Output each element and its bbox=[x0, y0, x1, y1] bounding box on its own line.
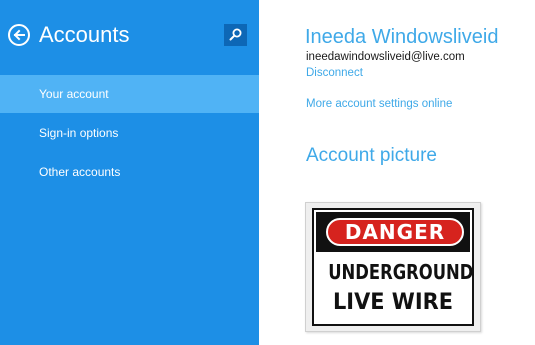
sidebar-item-label: Your account bbox=[39, 87, 109, 101]
search-button[interactable] bbox=[224, 24, 247, 46]
danger-sign-image: DANGER UNDERGROUND LIVE WIRE bbox=[312, 208, 474, 326]
sign-line-1: UNDERGROUND bbox=[328, 260, 474, 284]
back-arrow-icon bbox=[13, 29, 25, 41]
sidebar-item-sign-in-options[interactable]: Sign-in options bbox=[0, 114, 259, 152]
sign-line-2: LIVE WIRE bbox=[332, 290, 454, 315]
account-picture-heading: Account picture bbox=[306, 145, 437, 166]
sidebar-item-your-account[interactable]: Your account bbox=[0, 75, 259, 113]
sidebar: Accounts Your account Sign-in options Ot… bbox=[0, 0, 259, 345]
page-title: Accounts bbox=[39, 22, 130, 47]
user-email: ineedawindowsliveid@live.com bbox=[306, 51, 465, 63]
search-icon bbox=[229, 28, 242, 41]
more-account-settings-link[interactable]: More account settings online bbox=[306, 97, 452, 111]
sidebar-item-other-accounts[interactable]: Other accounts bbox=[0, 153, 259, 191]
account-picture[interactable]: DANGER UNDERGROUND LIVE WIRE bbox=[305, 202, 481, 332]
sidebar-item-label: Other accounts bbox=[39, 165, 121, 179]
danger-label: DANGER bbox=[326, 218, 464, 246]
disconnect-link[interactable]: Disconnect bbox=[306, 66, 363, 80]
user-name: Ineeda Windowsliveid bbox=[305, 26, 499, 48]
sign-header-band: DANGER bbox=[316, 212, 470, 252]
main-content: Ineeda Windowsliveid ineedawindowsliveid… bbox=[259, 0, 535, 345]
sidebar-item-label: Sign-in options bbox=[39, 126, 119, 140]
back-button[interactable] bbox=[8, 24, 30, 46]
